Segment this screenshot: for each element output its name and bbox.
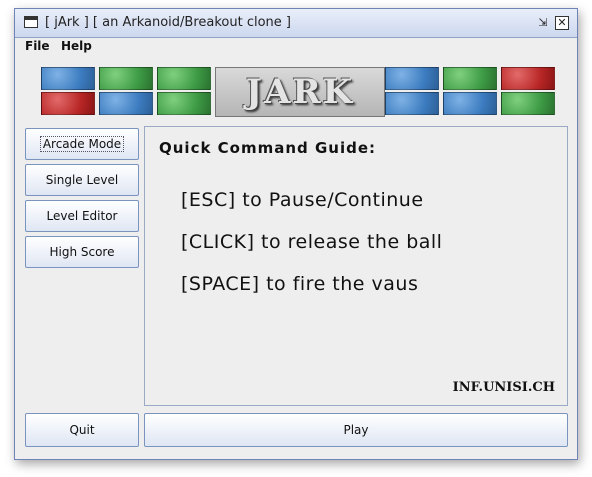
guide-line-esc: [ESC] to Pause/Continue <box>181 189 424 211</box>
brick-blue <box>443 92 497 115</box>
brick-red <box>41 92 95 115</box>
quit-label: Quit <box>69 423 95 437</box>
play-button[interactable]: Play <box>144 413 568 447</box>
brand-label: INF.UNISI.CH <box>452 380 555 395</box>
brick-blue <box>41 67 95 90</box>
title-bar[interactable]: [ jArk ] [ an Arkanoid/Breakout clone ] … <box>15 9 577 38</box>
menu-file[interactable]: File <box>25 39 50 53</box>
jark-logo-text: JARK <box>245 72 355 112</box>
high-score-label: High Score <box>49 245 115 259</box>
guide-line-space: [SPACE] to fire the vaus <box>181 273 419 295</box>
application-window: [ jArk ] [ an Arkanoid/Breakout clone ] … <box>14 8 578 460</box>
close-icon[interactable]: ✕ <box>555 16 569 30</box>
brick-blue <box>385 92 439 115</box>
arcade-mode-button[interactable]: Arcade Mode <box>25 128 139 160</box>
brick-green <box>157 92 211 115</box>
window-title: [ jArk ] [ an Arkanoid/Breakout clone ] <box>45 15 291 30</box>
brick-green <box>443 67 497 90</box>
jark-banner: JARK <box>41 67 555 117</box>
brick-green <box>157 67 211 90</box>
brick-green <box>501 92 555 115</box>
guide-line-click: [CLICK] to release the ball <box>181 231 443 253</box>
single-level-label: Single Level <box>45 173 119 187</box>
restore-icon[interactable]: ⇲ <box>536 16 550 30</box>
brick-blue <box>385 67 439 90</box>
quit-button[interactable]: Quit <box>25 413 139 447</box>
menu-help[interactable]: Help <box>61 39 92 53</box>
high-score-button[interactable]: High Score <box>25 236 139 268</box>
level-editor-label: Level Editor <box>46 209 118 223</box>
arcade-mode-label: Arcade Mode <box>39 136 125 152</box>
brick-red <box>501 67 555 90</box>
guide-title: Quick Command Guide: <box>159 139 377 157</box>
level-editor-button[interactable]: Level Editor <box>25 200 139 232</box>
jark-logo: JARK <box>215 67 385 117</box>
brick-blue <box>99 92 153 115</box>
quick-command-guide-panel: Quick Command Guide: [ESC] to Pause/Cont… <box>144 126 568 406</box>
window-icon <box>24 16 38 28</box>
single-level-button[interactable]: Single Level <box>25 164 139 196</box>
play-label: Play <box>343 423 369 437</box>
brick-green <box>99 67 153 90</box>
menu-bar: File Help <box>15 38 577 56</box>
